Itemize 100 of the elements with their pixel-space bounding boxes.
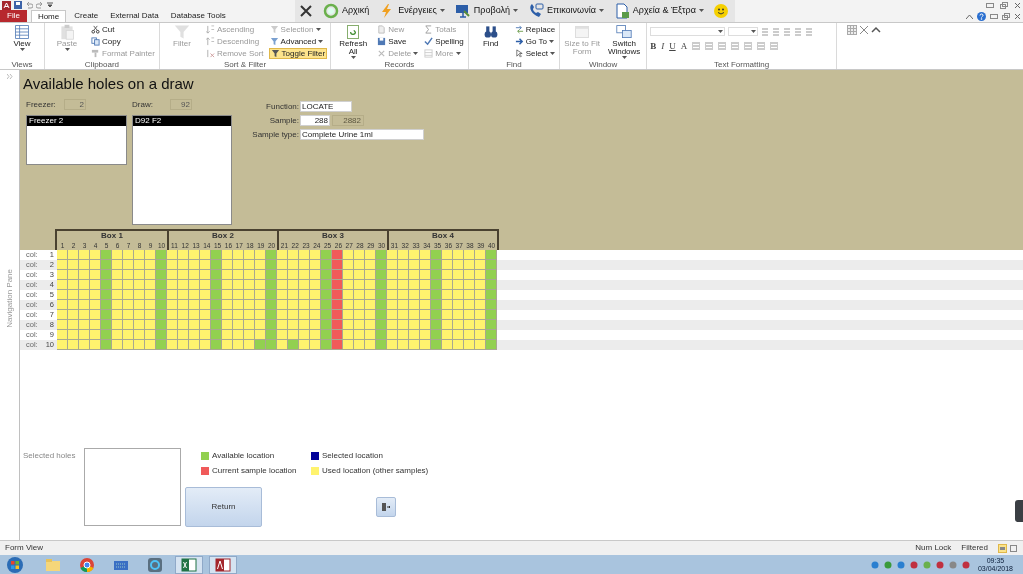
grid-cell[interactable] xyxy=(376,320,387,330)
grid-cell[interactable] xyxy=(233,290,244,300)
grid-cell[interactable] xyxy=(200,290,211,300)
grid-cell[interactable] xyxy=(343,250,354,260)
size-dropdown[interactable] xyxy=(728,27,759,36)
grid-cell[interactable] xyxy=(464,250,475,260)
grid-cell[interactable] xyxy=(475,330,486,340)
grid-cell[interactable] xyxy=(134,280,145,290)
grid-cell[interactable] xyxy=(90,290,101,300)
grid-cell[interactable] xyxy=(288,250,299,260)
ribbon-button[interactable]: Go To xyxy=(513,36,557,47)
grid-cell[interactable] xyxy=(299,260,310,270)
grid-cell[interactable] xyxy=(277,340,288,350)
grid-cell[interactable] xyxy=(332,300,343,310)
grid-cell[interactable] xyxy=(167,310,178,320)
grid-cell[interactable] xyxy=(189,290,200,300)
grid-cell[interactable] xyxy=(178,300,189,310)
grid-cell[interactable] xyxy=(145,290,156,300)
grid-cell[interactable] xyxy=(453,260,464,270)
customize-icon[interactable] xyxy=(47,2,53,8)
grid-cell[interactable] xyxy=(398,320,409,330)
smiley-icon[interactable] xyxy=(713,4,728,18)
grid-cell[interactable] xyxy=(167,340,178,350)
grid-cell[interactable] xyxy=(134,250,145,260)
grid-cell[interactable] xyxy=(112,330,123,340)
grid-cell[interactable] xyxy=(123,330,134,340)
grid-cell[interactable] xyxy=(112,280,123,290)
grid-cell[interactable] xyxy=(134,270,145,280)
grid-cell[interactable] xyxy=(79,340,90,350)
grid-cell[interactable] xyxy=(376,270,387,280)
grid-cell[interactable] xyxy=(288,300,299,310)
grid-cell[interactable] xyxy=(211,270,222,280)
grid-cell[interactable] xyxy=(453,250,464,260)
grid-cell[interactable] xyxy=(101,290,112,300)
grid-cell[interactable] xyxy=(321,330,332,340)
grid-cell[interactable] xyxy=(365,260,376,270)
restore-icon[interactable] xyxy=(1000,2,1008,9)
grid-cell[interactable] xyxy=(387,280,398,290)
grid-cell[interactable] xyxy=(145,250,156,260)
grid-cell[interactable] xyxy=(442,300,453,310)
help-icon[interactable] xyxy=(977,12,986,21)
grid-cell[interactable] xyxy=(409,290,420,300)
toolbar-menu[interactable]: Αρχική xyxy=(323,3,370,19)
grid-cell[interactable] xyxy=(178,290,189,300)
grid-cell[interactable] xyxy=(321,290,332,300)
grid-cell[interactable] xyxy=(266,260,277,270)
grid-cell[interactable] xyxy=(255,340,266,350)
text-field[interactable]: LOCATE xyxy=(300,101,352,112)
grid-cell[interactable] xyxy=(255,310,266,320)
grid-cell[interactable] xyxy=(431,310,442,320)
grid-cell[interactable] xyxy=(123,340,134,350)
grid-cell[interactable] xyxy=(486,320,497,330)
grid-cell[interactable] xyxy=(299,340,310,350)
grid-cell[interactable] xyxy=(310,340,321,350)
grid-cell[interactable] xyxy=(68,340,79,350)
grid-cell[interactable] xyxy=(200,250,211,260)
text-field[interactable]: 288 xyxy=(300,115,330,126)
grid-cell[interactable] xyxy=(156,300,167,310)
grid-cell[interactable] xyxy=(255,290,266,300)
grid-cell[interactable] xyxy=(354,280,365,290)
grid-cell[interactable] xyxy=(167,250,178,260)
grid-cell[interactable] xyxy=(310,320,321,330)
grid-cell[interactable] xyxy=(189,310,200,320)
grid-cell[interactable] xyxy=(464,330,475,340)
grid-cell[interactable] xyxy=(233,340,244,350)
grid-cell[interactable] xyxy=(387,330,398,340)
toolbar-menu[interactable]: Αρχεία & Έξτρα xyxy=(613,3,704,19)
list-box[interactable]: D92 F2 xyxy=(132,115,232,225)
grid-cell[interactable] xyxy=(244,250,255,260)
grid-cell[interactable] xyxy=(453,300,464,310)
ribbon-button[interactable]: Find xyxy=(471,24,510,60)
grid-cell[interactable] xyxy=(486,310,497,320)
grid-cell[interactable] xyxy=(398,330,409,340)
grid-cell[interactable] xyxy=(442,310,453,320)
text-field[interactable]: Complete Urine 1ml xyxy=(300,129,424,140)
grid-cell[interactable] xyxy=(156,320,167,330)
grid-cell[interactable] xyxy=(156,310,167,320)
grid-cell[interactable] xyxy=(244,270,255,280)
grid-cell[interactable] xyxy=(255,280,266,290)
grid-cell[interactable] xyxy=(299,300,310,310)
grid-cell[interactable] xyxy=(145,270,156,280)
grid-cell[interactable] xyxy=(288,330,299,340)
grid-cell[interactable] xyxy=(145,340,156,350)
grid-cell[interactable] xyxy=(398,340,409,350)
grid-cell[interactable] xyxy=(442,340,453,350)
collapse-icon[interactable] xyxy=(966,14,973,19)
grid-cell[interactable] xyxy=(79,320,90,330)
toolbar-menu[interactable]: Ενέργειες xyxy=(379,3,445,19)
grid-cell[interactable] xyxy=(321,320,332,330)
grid-cell[interactable] xyxy=(90,330,101,340)
grid-cell[interactable] xyxy=(200,320,211,330)
grid-cell[interactable] xyxy=(376,330,387,340)
grid-cell[interactable] xyxy=(145,300,156,310)
grid-cell[interactable] xyxy=(464,280,475,290)
ribbon-button[interactable]: Copy xyxy=(90,36,156,47)
grid-cell[interactable] xyxy=(376,250,387,260)
grid-cell[interactable] xyxy=(332,260,343,270)
grid-cell[interactable] xyxy=(486,250,497,260)
grid-cell[interactable] xyxy=(134,330,145,340)
grid-cell[interactable] xyxy=(409,310,420,320)
